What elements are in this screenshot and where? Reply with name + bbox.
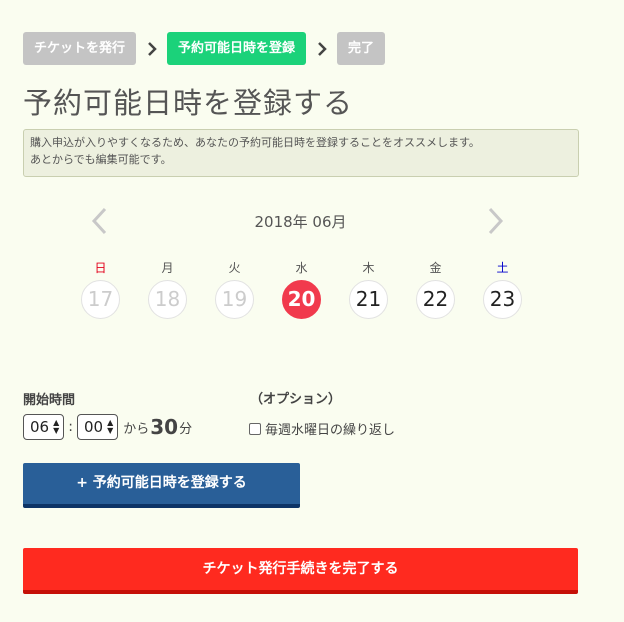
duration-value: 30 bbox=[150, 415, 179, 439]
repeat-checkbox[interactable] bbox=[249, 422, 261, 435]
calendar-day[interactable]: 22 bbox=[416, 280, 455, 319]
notice-box: 購入申込が入りやすくなるため、あなたの予約可能日時を登録することをオススメします… bbox=[23, 129, 579, 177]
weekday-sunday: 日 bbox=[94, 261, 107, 275]
notice-line-2: あとからでも編集可能です。 bbox=[30, 153, 172, 166]
time-colon: : bbox=[68, 419, 73, 435]
hour-value: 06 bbox=[30, 418, 50, 436]
register-availability-button[interactable]: + 予約可能日時を登録する bbox=[23, 463, 300, 508]
chevron-right-icon[interactable] bbox=[488, 207, 504, 239]
progress-steps: チケットを発行 予約可能日時を登録 完了 bbox=[23, 32, 386, 65]
duration-unit: 分 bbox=[179, 421, 193, 437]
from-text: から bbox=[123, 421, 150, 437]
calendar-day: 18 bbox=[148, 280, 187, 319]
minute-select[interactable]: 00 ▲ ▼ bbox=[76, 414, 119, 440]
hour-select[interactable]: 06 ▲ ▼ bbox=[23, 414, 65, 440]
calendar-day[interactable]: 21 bbox=[349, 280, 388, 319]
select-arrows-icon: ▲ ▼ bbox=[107, 418, 114, 435]
time-selector: 06 ▲ ▼ : 00 ▲ ▼ から 30 分 bbox=[23, 414, 192, 440]
repeat-label: 毎週水曜日の繰り返し bbox=[265, 423, 396, 438]
calendar-days: 17 18 19 20 21 22 23 bbox=[67, 280, 536, 319]
option-label: （オプション） bbox=[250, 392, 342, 407]
chevron-right-icon bbox=[136, 32, 167, 65]
weekday-monday: 月 bbox=[161, 261, 174, 275]
calendar-day: 19 bbox=[215, 280, 254, 319]
notice-line-1: 購入申込が入りやすくなるため、あなたの予約可能日時を登録することをオススメします… bbox=[30, 136, 480, 149]
weekday-thursday: 木 bbox=[362, 261, 375, 275]
calendar-day-selected[interactable]: 20 bbox=[282, 280, 321, 319]
step-complete: 完了 bbox=[337, 32, 386, 65]
weekday-friday: 金 bbox=[429, 261, 442, 275]
select-arrows-icon: ▲ ▼ bbox=[53, 418, 60, 435]
weekday-tuesday: 火 bbox=[228, 261, 241, 275]
chevron-right-icon bbox=[306, 32, 337, 65]
weekday-wednesday: 水 bbox=[295, 261, 308, 275]
repeat-weekly-option[interactable]: 毎週水曜日の繰り返し bbox=[249, 419, 395, 438]
minute-value: 00 bbox=[83, 418, 104, 436]
complete-ticket-button[interactable]: チケット発行手続きを完了する bbox=[23, 548, 578, 594]
step-register-availability: 予約可能日時を登録 bbox=[167, 32, 307, 65]
step-issue-ticket: チケットを発行 bbox=[23, 32, 137, 65]
calendar-day: 17 bbox=[81, 280, 120, 319]
page-title: 予約可能日時を登録する bbox=[23, 86, 354, 120]
start-time-label: 開始時間 bbox=[23, 393, 76, 408]
weekday-header: 日 月 火 水 木 金 土 bbox=[67, 259, 536, 276]
calendar-navigation: 2018年 06月 bbox=[23, 205, 578, 241]
calendar-day[interactable]: 23 bbox=[483, 280, 522, 319]
weekday-saturday: 土 bbox=[496, 261, 509, 275]
